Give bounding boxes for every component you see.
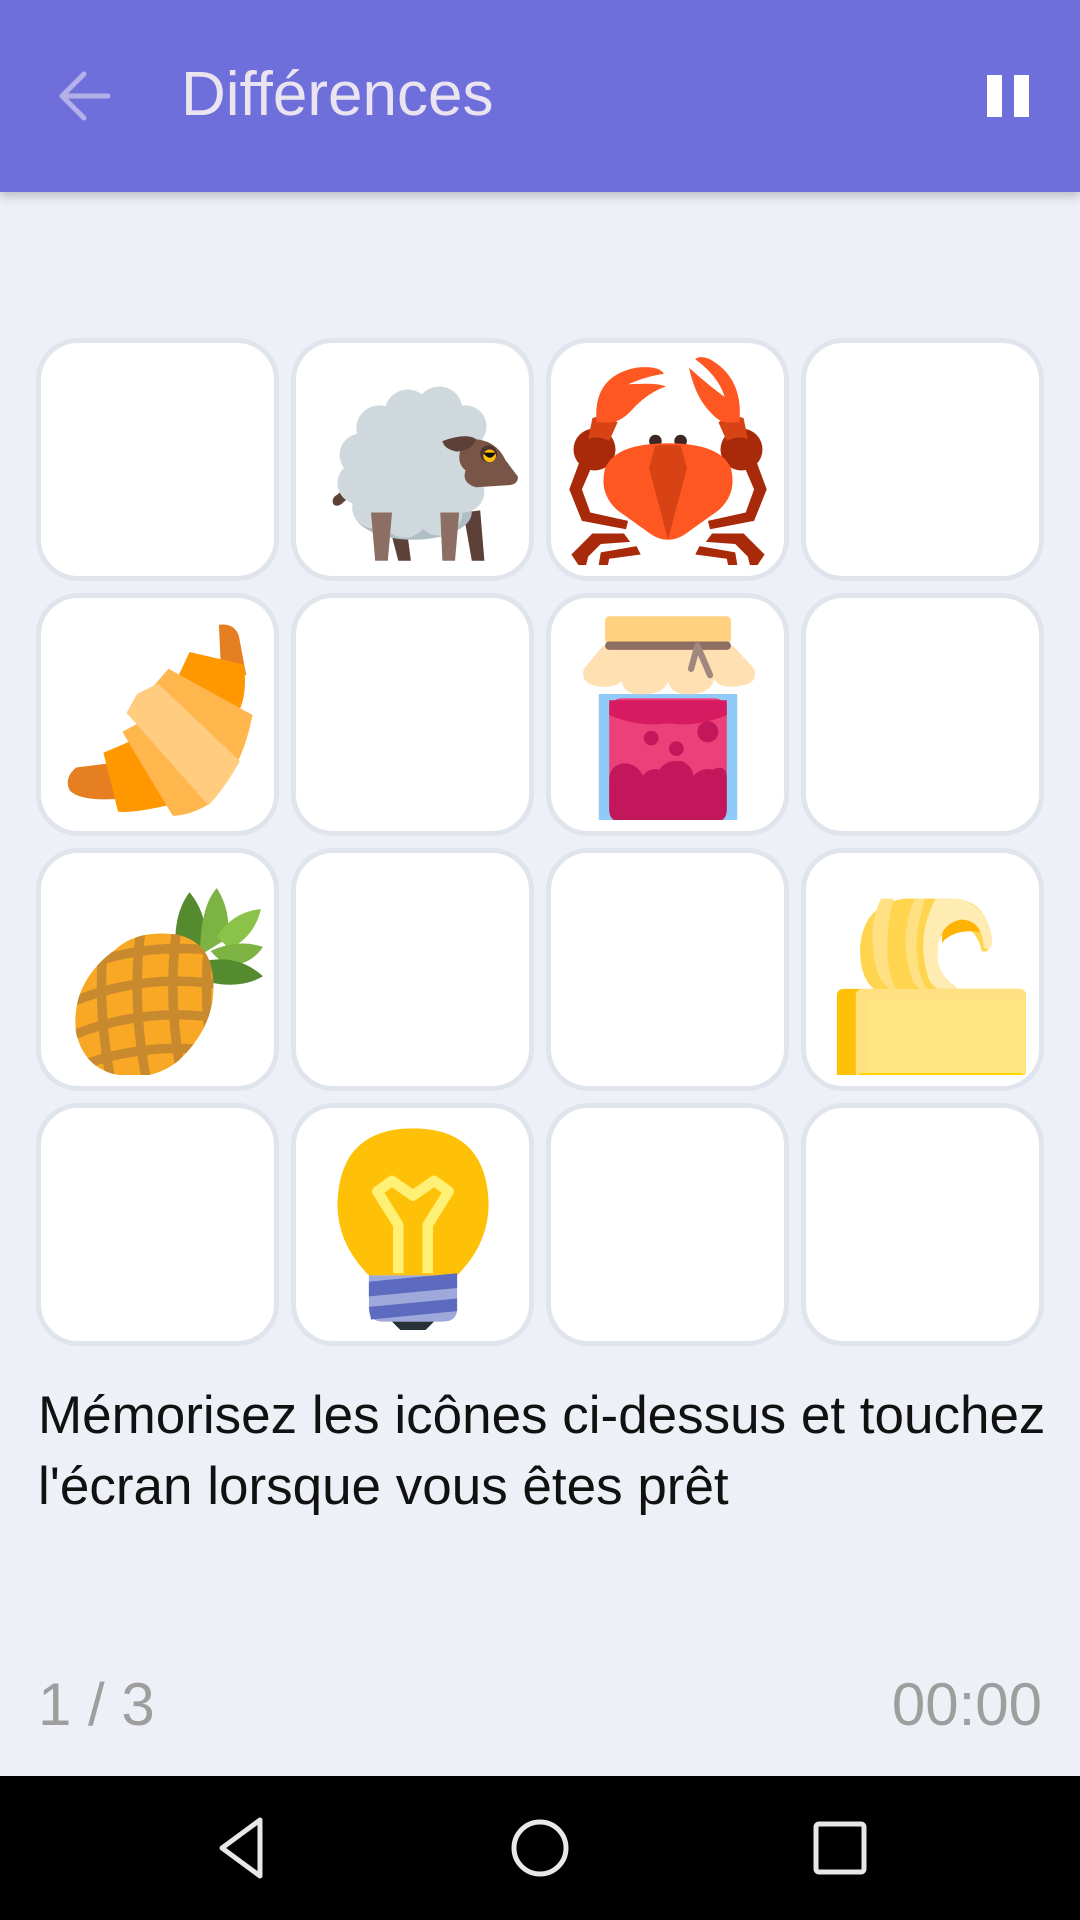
grid-cell-empty[interactable] — [546, 1103, 789, 1346]
pause-icon — [987, 75, 1029, 117]
nav-home-icon — [511, 1819, 569, 1877]
light-bulb-icon — [336, 1127, 489, 1330]
grid-cell-crab[interactable] — [546, 338, 789, 581]
nav-back-icon — [219, 1817, 263, 1879]
crab-icon — [568, 356, 767, 565]
grid-cell-empty[interactable] — [291, 593, 534, 836]
memory-grid[interactable] — [36, 338, 1044, 1346]
grid-cell-butter[interactable] — [801, 848, 1044, 1091]
croissant-icon — [67, 623, 252, 816]
jam-jar-icon — [582, 615, 755, 820]
grid-cell-croissant[interactable] — [36, 593, 279, 836]
pause-button[interactable] — [972, 60, 1044, 132]
grid-cell-empty[interactable] — [801, 1103, 1044, 1346]
round-counter: 1 / 3 — [38, 1671, 155, 1738]
grid-cell-empty[interactable] — [291, 848, 534, 1091]
butter-icon — [836, 898, 1026, 1075]
pineapple-icon — [74, 887, 263, 1075]
system-nav-bar — [0, 1776, 1080, 1920]
grid-cell-empty[interactable] — [801, 593, 1044, 836]
grid-cell-light-bulb[interactable] — [291, 1103, 534, 1346]
grid-cell-empty[interactable] — [36, 1103, 279, 1346]
arrow-left-icon — [59, 71, 111, 121]
app-bar: Différences — [0, 0, 1080, 192]
grid-cell-empty[interactable] — [801, 338, 1044, 581]
grid-cell-empty[interactable] — [546, 848, 789, 1091]
sheep-icon — [332, 386, 518, 561]
nav-recents-icon — [813, 1821, 867, 1875]
grid-cell-empty[interactable] — [36, 338, 279, 581]
nav-recents-button[interactable] — [790, 1798, 890, 1898]
nav-home-button[interactable] — [490, 1798, 590, 1898]
grid-cell-jam-jar[interactable] — [546, 593, 789, 836]
grid-cell-pineapple[interactable] — [36, 848, 279, 1091]
nav-back-button[interactable] — [190, 1798, 290, 1898]
instruction-text: Mémorisez les icônes ci-dessus et touche… — [38, 1386, 1046, 1516]
timer: 00:00 — [891, 1671, 1042, 1738]
page-title: Différences — [181, 60, 494, 129]
back-button[interactable] — [44, 56, 124, 136]
grid-cell-sheep[interactable] — [291, 338, 534, 581]
